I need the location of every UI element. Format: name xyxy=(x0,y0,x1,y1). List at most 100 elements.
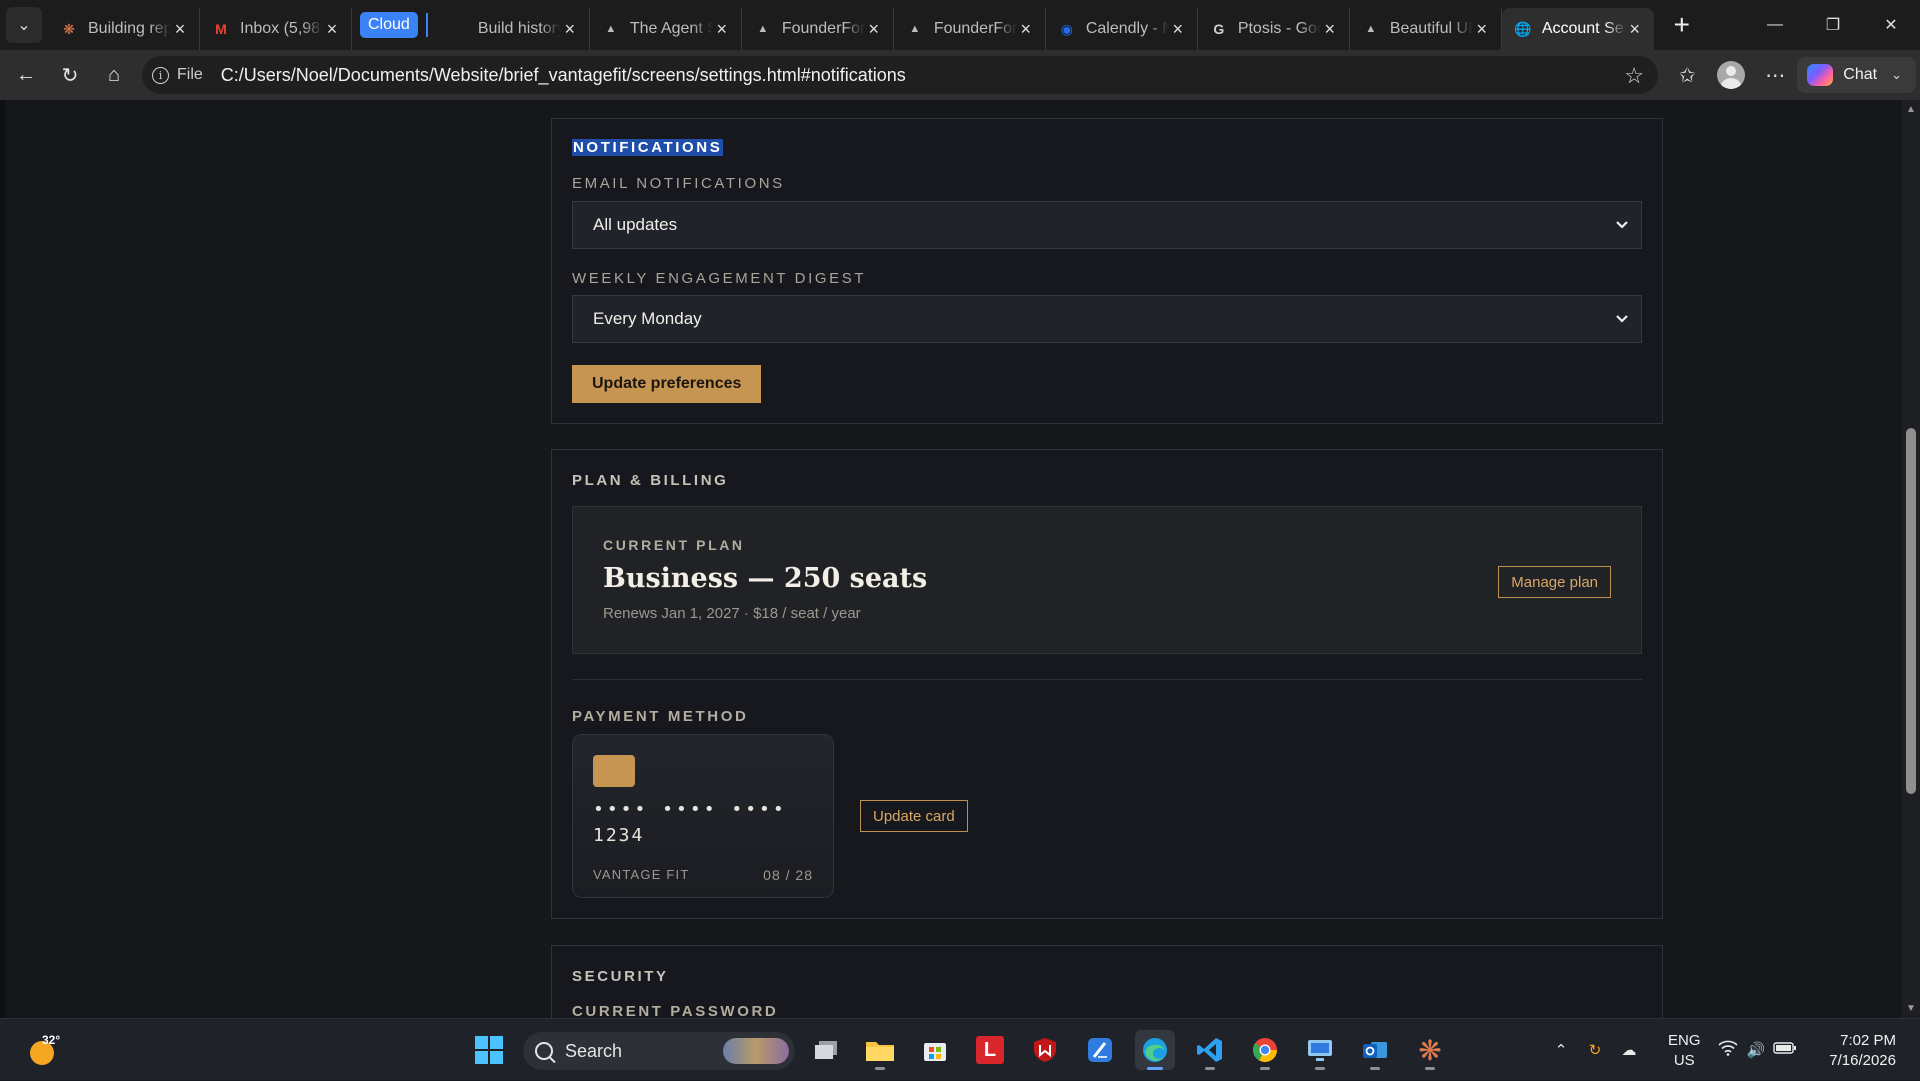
tab-build-history[interactable]: Build history × xyxy=(438,8,590,50)
triangle-icon: ▲ xyxy=(909,23,921,35)
running-indicator xyxy=(1205,1067,1215,1070)
running-indicator xyxy=(1370,1067,1380,1070)
close-icon[interactable]: × xyxy=(561,19,579,39)
search-highlight-image xyxy=(723,1038,789,1064)
tab-founderfor-1[interactable]: ▲ FounderFor × xyxy=(742,8,894,50)
close-icon: ✕ xyxy=(1884,17,1898,34)
current-plan-card: CURRENT PLAN Business — 250 seats Renews… xyxy=(572,506,1642,654)
scroll-down-icon[interactable]: ▼ xyxy=(1906,1003,1916,1014)
weekly-digest-label: WEEKLY ENGAGEMENT DIGEST xyxy=(572,270,867,287)
chat-label: Chat xyxy=(1843,66,1878,83)
plus-icon: + xyxy=(1673,9,1690,40)
tab-founderfor-2[interactable]: ▲ FounderFor × xyxy=(894,8,1046,50)
card-chip-icon xyxy=(593,755,635,787)
weather-widget[interactable]: 32° xyxy=(26,1033,60,1067)
close-icon[interactable]: × xyxy=(1626,19,1644,39)
restore-button[interactable]: ❐ xyxy=(1804,0,1862,50)
taskbar-search[interactable]: Search xyxy=(523,1032,795,1070)
update-card-button[interactable]: Update card xyxy=(860,800,968,832)
profile-button[interactable] xyxy=(1709,55,1753,95)
outlook-button[interactable] xyxy=(1355,1030,1395,1070)
favorites-icon: ✩ xyxy=(1678,64,1696,87)
globe-icon: 🌐 xyxy=(1514,20,1532,37)
update-preferences-button[interactable]: Update preferences xyxy=(572,365,762,403)
task-view-icon xyxy=(815,1041,837,1059)
close-icon[interactable]: × xyxy=(713,19,731,39)
tab-agent-s[interactable]: ▲ The Agent S × xyxy=(590,8,742,50)
volume-icon: 🔊 xyxy=(1746,1042,1766,1059)
lastpass-button[interactable]: L xyxy=(970,1030,1010,1070)
vscode-button[interactable] xyxy=(1190,1030,1230,1070)
running-indicator xyxy=(1425,1067,1435,1070)
chevron-down-icon xyxy=(1613,216,1631,234)
home-icon: ⌂ xyxy=(107,63,121,86)
tab-calendly[interactable]: ◉ Calendly - N × xyxy=(1046,8,1198,50)
new-tab-button[interactable]: + xyxy=(1664,7,1700,43)
url-text[interactable]: C:/Users/Noel/Documents/Website/brief_va… xyxy=(221,65,906,86)
weekly-digest-select[interactable]: Every Monday xyxy=(572,295,1642,343)
tab-group-label[interactable]: Cloud xyxy=(360,12,418,38)
payment-method-label: PAYMENT METHOD xyxy=(572,708,749,725)
card-masked-number: •••• •••• •••• xyxy=(593,799,787,820)
home-button[interactable]: ⌂ xyxy=(92,55,136,95)
task-view-button[interactable] xyxy=(806,1030,846,1070)
back-button[interactable]: ← xyxy=(4,55,48,95)
tab-inbox[interactable]: M Inbox (5,983 × xyxy=(200,8,352,50)
close-icon[interactable]: × xyxy=(1473,19,1491,39)
security-section: SECURITY CURRENT PASSWORD xyxy=(551,945,1663,1018)
favorites-button[interactable]: ✩ xyxy=(1665,55,1709,95)
clock[interactable]: 7:02 PM 7/16/2026 xyxy=(1829,1031,1896,1071)
copilot-chat-button[interactable]: Chat ⌄ xyxy=(1797,57,1916,93)
store-button[interactable] xyxy=(915,1030,955,1070)
remote-desktop-button[interactable] xyxy=(1300,1030,1340,1070)
language-indicator[interactable]: ENG US xyxy=(1668,1031,1701,1071)
paint-app-button[interactable] xyxy=(1080,1030,1120,1070)
gmail-icon: M xyxy=(215,21,227,37)
scheme-label: File xyxy=(177,66,203,83)
google-icon: G xyxy=(1213,21,1225,37)
l-app-icon: L xyxy=(976,1036,1004,1064)
close-icon[interactable]: × xyxy=(323,19,341,39)
chevron-up-icon[interactable]: ⌃ xyxy=(1544,1041,1578,1059)
onedrive-icon[interactable]: ☁ xyxy=(1612,1041,1646,1059)
close-icon[interactable]: × xyxy=(865,19,883,39)
tab-account-settings[interactable]: 🌐 Account Set × xyxy=(1501,8,1654,50)
sync-icon[interactable]: ↻ xyxy=(1578,1041,1612,1059)
edge-button[interactable] xyxy=(1135,1030,1175,1070)
tab-title: Build history xyxy=(477,20,561,37)
page-viewport: NOTIFICATIONS EMAIL NOTIFICATIONS All up… xyxy=(0,100,1920,1018)
close-icon[interactable]: × xyxy=(1321,19,1339,39)
mcafee-button[interactable] xyxy=(1025,1030,1065,1070)
address-bar[interactable]: i File C:/Users/Noel/Documents/Website/b… xyxy=(142,56,1658,94)
more-menu-button[interactable]: ⋯ xyxy=(1753,55,1797,95)
card-last-four: 1234 xyxy=(593,825,645,846)
tab-beautiful-ui[interactable]: ▲ Beautiful UI × xyxy=(1350,8,1502,50)
search-placeholder: Search xyxy=(565,1040,623,1061)
page-scrollbar[interactable]: ▲ ▼ xyxy=(1902,100,1920,1018)
close-icon[interactable]: × xyxy=(171,19,189,39)
email-notifications-select[interactable]: All updates xyxy=(572,201,1642,249)
close-icon[interactable]: × xyxy=(1017,19,1035,39)
claude-button[interactable]: ❋ xyxy=(1410,1030,1450,1070)
tab-actions-menu-button[interactable]: ⌄ xyxy=(6,7,42,43)
tab-title: Building rep xyxy=(88,20,171,37)
close-icon[interactable]: × xyxy=(1169,19,1187,39)
chrome-button[interactable] xyxy=(1245,1030,1285,1070)
close-window-button[interactable]: ✕ xyxy=(1862,0,1920,50)
reload-button[interactable]: ↻ xyxy=(48,55,92,95)
tab-title: FounderFor xyxy=(781,20,865,37)
minimize-button[interactable]: — xyxy=(1746,0,1804,50)
manage-plan-button[interactable]: Manage plan xyxy=(1498,566,1611,598)
system-status-icons[interactable]: 🔊 xyxy=(1714,1019,1800,1081)
windows-taskbar: 32° Search L ❋ ⌃ ↻ ☁ ENG US 🔊 7:02 PM 7/… xyxy=(0,1018,1920,1080)
start-button[interactable] xyxy=(469,1030,509,1070)
file-explorer-button[interactable] xyxy=(860,1030,900,1070)
claude-sparkle-icon: ❋ xyxy=(63,20,75,37)
favorite-star-icon[interactable]: ☆ xyxy=(1624,63,1644,89)
plan-name: Business — 250 seats xyxy=(603,563,928,594)
scrollbar-thumb[interactable] xyxy=(1906,428,1916,794)
scroll-up-icon[interactable]: ▲ xyxy=(1906,104,1916,115)
tab-building-rep[interactable]: ❋ Building rep × xyxy=(48,8,200,50)
site-info-button[interactable]: i File xyxy=(152,66,203,84)
tab-ptosis[interactable]: G Ptosis - Goo × xyxy=(1198,8,1350,50)
